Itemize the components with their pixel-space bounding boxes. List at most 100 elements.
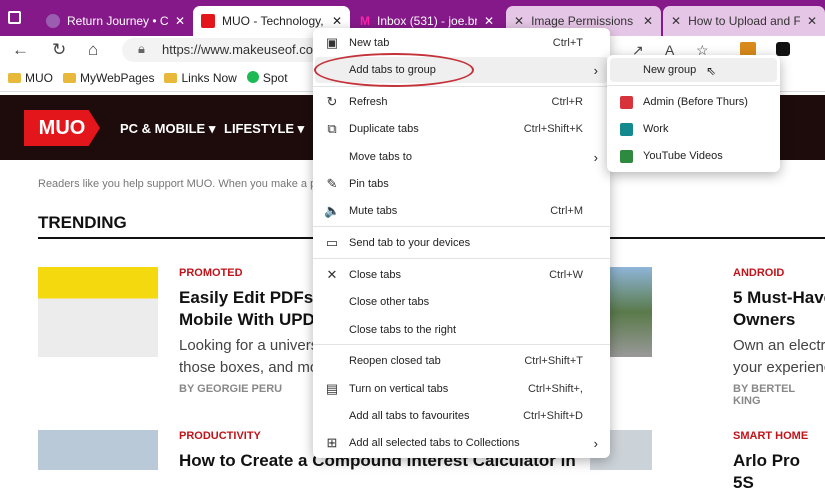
menu-item-duplicate-tabs[interactable]: ⧉ Duplicate tabs Ctrl+Shift+K (315, 116, 608, 142)
article-category[interactable]: SMART HOME (733, 430, 808, 442)
menu-item-shortcut: Ctrl+Shift+K (523, 123, 583, 135)
muo-favicon (201, 14, 215, 28)
new-tab-icon: ▣ (325, 35, 339, 50)
extension-icon[interactable] (740, 42, 756, 56)
article-category[interactable]: PROMOTED (179, 267, 243, 279)
menu-item-close-other-tabs[interactable]: Close other tabs (315, 289, 608, 315)
menu-item-label: Add all tabs to favourites (349, 410, 470, 422)
nav-lifestyle[interactable]: LIFESTYLE ▾ (224, 121, 304, 137)
tab-actions-icon[interactable] (8, 11, 21, 24)
menu-item-label: Send tab to your devices (349, 237, 471, 249)
address-bar[interactable]: 🔒︎ https://www.makeuseof.com (122, 38, 324, 62)
devices-icon: ▭ (325, 235, 339, 250)
article-category[interactable]: ANDROID (733, 267, 784, 279)
back-icon[interactable]: ← (12, 40, 29, 60)
close-icon: ✕ (326, 267, 338, 282)
x-favicon: ✕ (671, 14, 682, 28)
article-title[interactable]: Arlo Pro 5S (733, 450, 825, 494)
group-youtube[interactable]: YouTube Videos (610, 144, 777, 168)
menu-divider (313, 344, 610, 345)
menu-item-label: Refresh (349, 96, 388, 108)
menu-item-label: Move tabs to (349, 151, 412, 163)
trending-heading: TRENDING (38, 213, 127, 232)
add-to-group-submenu: New group ⇖ Admin (Before Thurs) Work You… (607, 55, 780, 172)
globe-icon (46, 14, 60, 28)
tab-close-icon[interactable]: ✕ (643, 14, 653, 28)
bookmark-links-now[interactable]: Links Now (164, 71, 237, 85)
article-author[interactable]: BY BERTEL KING (733, 383, 825, 407)
gmail-icon: M (360, 14, 370, 28)
menu-item-label: New tab (349, 37, 390, 49)
article-author[interactable]: BY GEORGIE PERU (179, 383, 282, 395)
tab-close-icon[interactable]: ✕ (332, 14, 342, 28)
new-group-item[interactable]: New group ⇖ (610, 58, 777, 82)
menu-item-label: Turn on vertical tabs (349, 383, 449, 395)
group-color-swatch (620, 122, 633, 136)
mute-icon: 🔈 (324, 203, 341, 218)
article-title[interactable]: Easily Edit PDFs W Mobile With UPDF (179, 287, 334, 331)
menu-item-send-tab-to-your-devices[interactable]: ▭ Send tab to your devices (315, 230, 608, 256)
highlight-annotation (314, 53, 474, 87)
menu-divider (313, 86, 610, 87)
duplicate-icon: ⧉ (327, 121, 337, 136)
group-admin[interactable]: Admin (Before Thurs) (610, 90, 777, 114)
play-extension-icon[interactable] (776, 42, 790, 56)
menu-item-mute-tabs[interactable]: 🔈 Mute tabs Ctrl+M (315, 198, 608, 224)
chevron-right-icon: › (593, 435, 598, 451)
group-color-swatch (620, 149, 633, 163)
menu-divider (313, 258, 610, 259)
refresh-icon: ↻ (326, 94, 338, 109)
menu-item-label: Close tabs to the right (349, 324, 457, 336)
lock-icon: 🔒︎ (138, 41, 145, 56)
tab-close-icon[interactable]: ✕ (175, 14, 185, 28)
menu-item-reopen-closed-tab[interactable]: Reopen closed tab Ctrl+Shift+T (315, 348, 608, 374)
menu-item-add-all-tabs-to-favourites[interactable]: Add all tabs to favourites Ctrl+Shift+D (315, 403, 608, 429)
tab-how-to-upload[interactable]: ✕ How to Upload and F ✕ (663, 6, 825, 36)
menu-item-add-all-selected-tabs-to-collections[interactable]: ⊞ Add all selected tabs to Collections › (315, 430, 608, 456)
article-description: Own an electric your experience (733, 337, 825, 376)
collections-icon: ⊞ (326, 435, 338, 450)
article-thumbnail[interactable] (38, 267, 158, 357)
menu-item-move-tabs-to[interactable]: Move tabs to › (315, 144, 608, 170)
menu-item-label: Mute tabs (349, 205, 398, 217)
pin-icon: ✎ (326, 176, 338, 191)
menu-item-shortcut: Ctrl+Shift+T (524, 355, 583, 367)
tab-return-journey[interactable]: Return Journey • Chri✕ (38, 6, 193, 36)
menu-item-label: Pin tabs (349, 178, 389, 190)
menu-item-label: Close other tabs (349, 296, 430, 308)
menu-item-label: Duplicate tabs (349, 123, 419, 135)
menu-item-label: Reopen closed tab (349, 355, 441, 367)
tab-close-icon[interactable]: ✕ (484, 14, 494, 28)
vertical-tabs-icon: ▤ (325, 381, 339, 396)
tab-close-icon[interactable]: ✕ (807, 14, 817, 28)
chevron-right-icon: › (593, 62, 598, 78)
nav-pc-mobile[interactable]: PC & MOBILE ▾ (120, 121, 215, 137)
menu-item-shortcut: Ctrl+M (550, 205, 583, 217)
article-description: Looking for a universa those boxes, and … (179, 337, 332, 376)
menu-item-shortcut: Ctrl+W (549, 269, 583, 281)
article-title[interactable]: 5 Must-Have Owners (733, 287, 825, 331)
menu-item-pin-tabs[interactable]: ✎ Pin tabs (315, 171, 608, 197)
bookmark-spotify[interactable]: Spot (246, 70, 288, 85)
menu-item-shortcut: Ctrl+Shift+D (523, 410, 583, 422)
cursor-icon: ⇖ (706, 64, 717, 78)
x-favicon: ✕ (514, 14, 525, 28)
menu-item-close-tabs[interactable]: ✕ Close tabs Ctrl+W (315, 262, 608, 288)
menu-item-refresh[interactable]: ↻ Refresh Ctrl+R (315, 89, 608, 115)
article-category[interactable]: PRODUCTIVITY (179, 430, 261, 442)
menu-item-close-tabs-to-the-right[interactable]: Close tabs to the right (315, 317, 608, 343)
menu-item-shortcut: Ctrl+R (551, 96, 583, 108)
menu-item-new-tab[interactable]: ▣ New tab Ctrl+T (315, 30, 608, 56)
bookmark-mywebpages[interactable]: MyWebPages (63, 71, 154, 85)
refresh-icon[interactable]: ↻ (52, 40, 66, 60)
article-thumbnail[interactable] (38, 430, 158, 470)
chevron-right-icon: › (593, 149, 598, 165)
muo-logo[interactable]: MUO (24, 110, 100, 146)
menu-item-label: Add all selected tabs to Collections (349, 437, 520, 449)
menu-item-turn-on-vertical-tabs[interactable]: ▤ Turn on vertical tabs Ctrl+Shift+, (315, 376, 608, 402)
bookmark-muo[interactable]: MUO (8, 71, 53, 85)
group-work[interactable]: Work (610, 117, 777, 141)
menu-item-label: Close tabs (349, 269, 401, 281)
home-icon[interactable]: ⌂ (88, 40, 98, 60)
menu-item-shortcut: Ctrl+T (552, 37, 583, 49)
